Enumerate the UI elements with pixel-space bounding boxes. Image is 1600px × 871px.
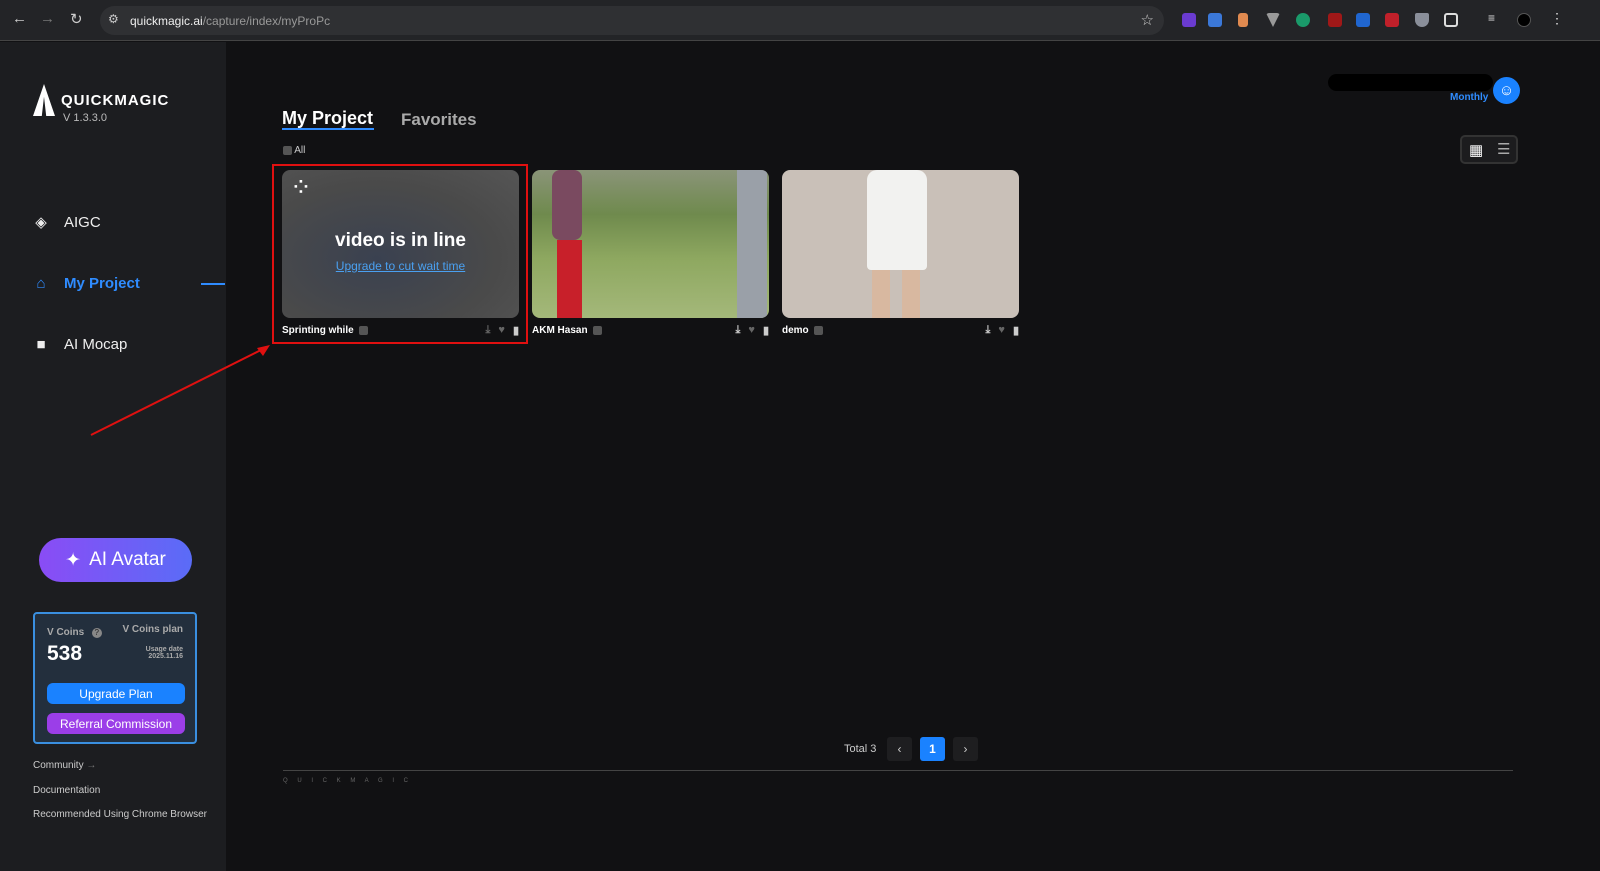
tab-my-project[interactable]: My Project	[282, 108, 373, 129]
tab-favorites[interactable]: Favorites	[401, 110, 477, 130]
community-link[interactable]: Community →	[33, 760, 96, 771]
next-page-button[interactable]: ›	[953, 737, 978, 761]
sidebar-item-label: My Project	[64, 275, 140, 292]
project-name: AKM Hasan	[532, 325, 588, 336]
trash-icon[interactable]: ▮	[763, 324, 769, 337]
v-coins-amount: 538	[47, 642, 83, 665]
logo-text: QUICKMAGIC	[61, 91, 170, 109]
user-avatar-icon[interactable]: ☺	[1493, 77, 1520, 104]
sparkle-icon: ✦	[65, 549, 82, 571]
sidebar-item-my-project[interactable]: ⌂ My Project	[32, 275, 140, 292]
usage-date-value: 2025.11.16	[148, 653, 183, 660]
media-control-icon[interactable]: ≡	[1488, 11, 1502, 25]
translate-extension-icon[interactable]	[1208, 13, 1222, 27]
project-name: demo	[782, 325, 809, 336]
redacted-username	[1328, 74, 1493, 91]
project-thumbnail[interactable]	[782, 170, 1019, 318]
heart-icon[interactable]: ♥	[998, 324, 1005, 337]
annotation-arrow	[90, 345, 270, 436]
tag-extension-icon[interactable]	[1356, 13, 1370, 27]
extension-icon[interactable]	[1182, 13, 1196, 27]
shield-extension-icon[interactable]	[1415, 13, 1429, 27]
v-coins-label: V Coins	[47, 627, 85, 638]
checkbox[interactable]	[283, 145, 292, 155]
grammarly-icon[interactable]	[1296, 13, 1310, 27]
referral-commission-button[interactable]: Referral Commission	[47, 713, 185, 734]
ai-avatar-label: AI Avatar	[89, 549, 166, 570]
select-checkbox[interactable]	[813, 326, 823, 335]
list-view-icon[interactable]: ☰	[1497, 140, 1510, 158]
extensions-puzzle-icon[interactable]	[1444, 13, 1458, 27]
community-label: Community	[33, 760, 84, 771]
upgrade-plan-button[interactable]: Upgrade Plan	[47, 683, 185, 704]
download-icon[interactable]: ⤓	[736, 324, 741, 337]
version-label: V 1.3.3.0	[63, 112, 108, 124]
url-host: quickmagic.ai	[130, 14, 203, 28]
footer-brand: Q U I C K M A G I C	[283, 778, 413, 784]
tab-underline	[282, 128, 374, 130]
video-camera-icon: ■	[36, 336, 46, 353]
heart-icon[interactable]: ♥	[748, 324, 755, 337]
sidebar-item-label: AIGC	[64, 213, 101, 231]
reload-icon[interactable]: ↻	[70, 10, 83, 28]
extension-icon[interactable]	[1328, 13, 1342, 27]
project-card[interactable]: AKM Hasan ⤓ ♥ ▮	[532, 170, 769, 337]
bookmark-star-icon[interactable]: ☆	[1141, 11, 1154, 29]
active-indicator	[201, 283, 225, 285]
browser-toolbar: ← → ↻ ⚙ quickmagic.ai/capture/index/myPr…	[0, 0, 1600, 41]
v-coins-panel: V Coins ? V Coins plan 538 Usage date 202…	[33, 612, 197, 744]
address-bar[interactable]: ⚙ quickmagic.ai/capture/index/myProPc ☆	[100, 6, 1164, 35]
extension-icon[interactable]	[1238, 13, 1248, 27]
footer-divider	[283, 770, 1513, 771]
prev-page-button[interactable]: ‹	[887, 737, 912, 761]
ai-avatar-button[interactable]: ✦ AI Avatar	[39, 538, 192, 582]
help-icon[interactable]: ?	[91, 628, 102, 638]
trash-icon[interactable]: ▮	[1013, 324, 1019, 337]
home-icon: ⌂	[36, 275, 46, 292]
forward-icon[interactable]: →	[40, 10, 55, 27]
site-settings-icon[interactable]: ⚙	[108, 12, 119, 26]
project-thumbnail[interactable]	[532, 170, 769, 318]
back-icon[interactable]: ←	[12, 10, 27, 27]
layers-icon: ◈	[35, 214, 47, 231]
usage-date-label: Usage date	[145, 646, 183, 653]
sidebar-item-aigc[interactable]: ◈ AIGC	[32, 213, 101, 232]
extension-icon[interactable]	[1385, 13, 1399, 27]
sidebar	[0, 42, 226, 871]
view-toggle: ▦ ☰	[1460, 135, 1518, 164]
url-path: /capture/index/myProPc	[202, 14, 331, 28]
page-1-button[interactable]: 1	[920, 737, 945, 761]
pagination-total: Total 3	[844, 743, 877, 755]
menu-kebab-icon[interactable]: ⋮	[1550, 10, 1564, 26]
logo-mark-icon	[33, 84, 55, 116]
grid-view-icon[interactable]: ▦	[1469, 141, 1483, 159]
select-all-checkbox[interactable]: All	[283, 145, 305, 156]
select-checkbox[interactable]	[592, 326, 602, 335]
v-coins-plan-label: V Coins plan	[122, 624, 183, 635]
plan-label: Monthly	[1450, 92, 1489, 103]
arrow-right-icon: →	[86, 760, 97, 771]
chrome-recommendation: Recommended Using Chrome Browser	[33, 809, 207, 820]
extension-icon[interactable]	[1266, 13, 1280, 27]
download-icon[interactable]: ⤓	[986, 324, 991, 337]
select-all-label: All	[294, 145, 306, 156]
profile-avatar[interactable]	[1517, 13, 1531, 27]
documentation-link[interactable]: Documentation	[33, 785, 100, 796]
project-card[interactable]: demo ⤓ ♥ ▮	[782, 170, 1019, 337]
annotation-highlight-box	[272, 164, 528, 344]
